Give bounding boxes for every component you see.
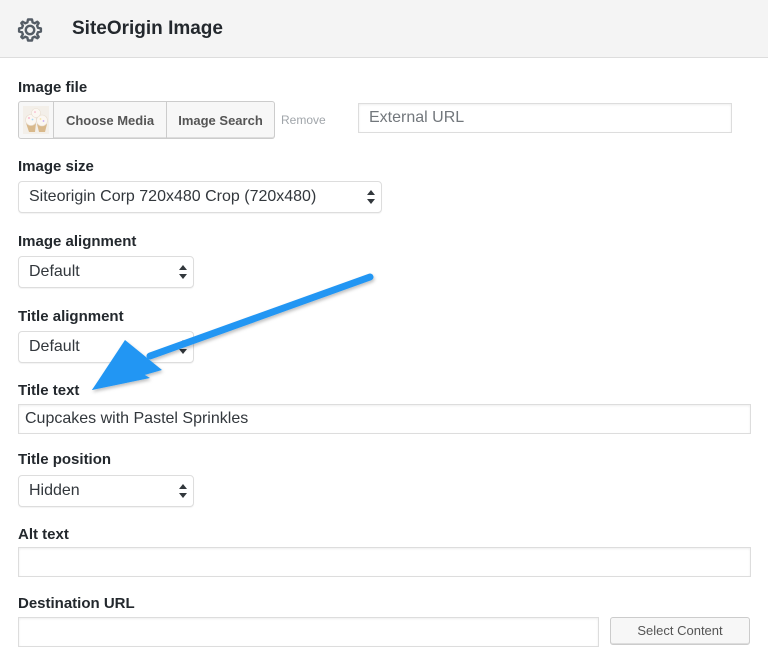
panel-header: SiteOrigin Image — [0, 0, 768, 58]
media-button-group: Choose Media Image Search — [18, 101, 275, 139]
select-arrows-icon — [179, 265, 187, 279]
external-url-input[interactable]: External URL — [358, 103, 732, 133]
image-size-value: Siteorigin Corp 720x480 Crop (720x480) — [29, 188, 317, 205]
title-text-label: Title text — [18, 382, 80, 399]
destination-url-input[interactable] — [18, 617, 599, 647]
panel-title: SiteOrigin Image — [72, 18, 223, 39]
title-alignment-value: Default — [29, 338, 80, 355]
image-file-label: Image file — [18, 79, 88, 96]
title-position-label: Title position — [18, 451, 112, 468]
select-arrows-icon — [179, 484, 187, 498]
title-position-select[interactable]: Hidden — [18, 475, 194, 507]
select-content-button[interactable]: Select Content — [610, 617, 750, 645]
remove-link[interactable]: Remove — [281, 113, 326, 127]
gear-icon[interactable] — [16, 16, 44, 44]
title-alignment-label: Title alignment — [18, 308, 124, 325]
alt-text-label: Alt text — [18, 526, 69, 543]
cupcake-thumbnail-icon — [23, 106, 49, 134]
select-arrows-icon — [179, 340, 187, 354]
image-alignment-label: Image alignment — [18, 233, 137, 250]
image-alignment-value: Default — [29, 263, 80, 280]
title-text-input[interactable]: Cupcakes with Pastel Sprinkles — [18, 404, 751, 434]
destination-url-label: Destination URL — [18, 595, 135, 612]
image-size-select[interactable]: Siteorigin Corp 720x480 Crop (720x480) — [18, 181, 382, 213]
image-size-label: Image size — [18, 158, 94, 175]
choose-media-button[interactable]: Choose Media — [54, 101, 167, 139]
image-thumbnail[interactable] — [18, 101, 54, 139]
alt-text-input[interactable] — [18, 547, 751, 577]
title-alignment-select[interactable]: Default — [18, 331, 194, 363]
select-arrows-icon — [367, 190, 375, 204]
siteorigin-image-panel: SiteOrigin Image Image file Choose Media… — [0, 0, 768, 662]
image-alignment-select[interactable]: Default — [18, 256, 194, 288]
title-position-value: Hidden — [29, 482, 80, 499]
image-search-button[interactable]: Image Search — [167, 101, 275, 139]
